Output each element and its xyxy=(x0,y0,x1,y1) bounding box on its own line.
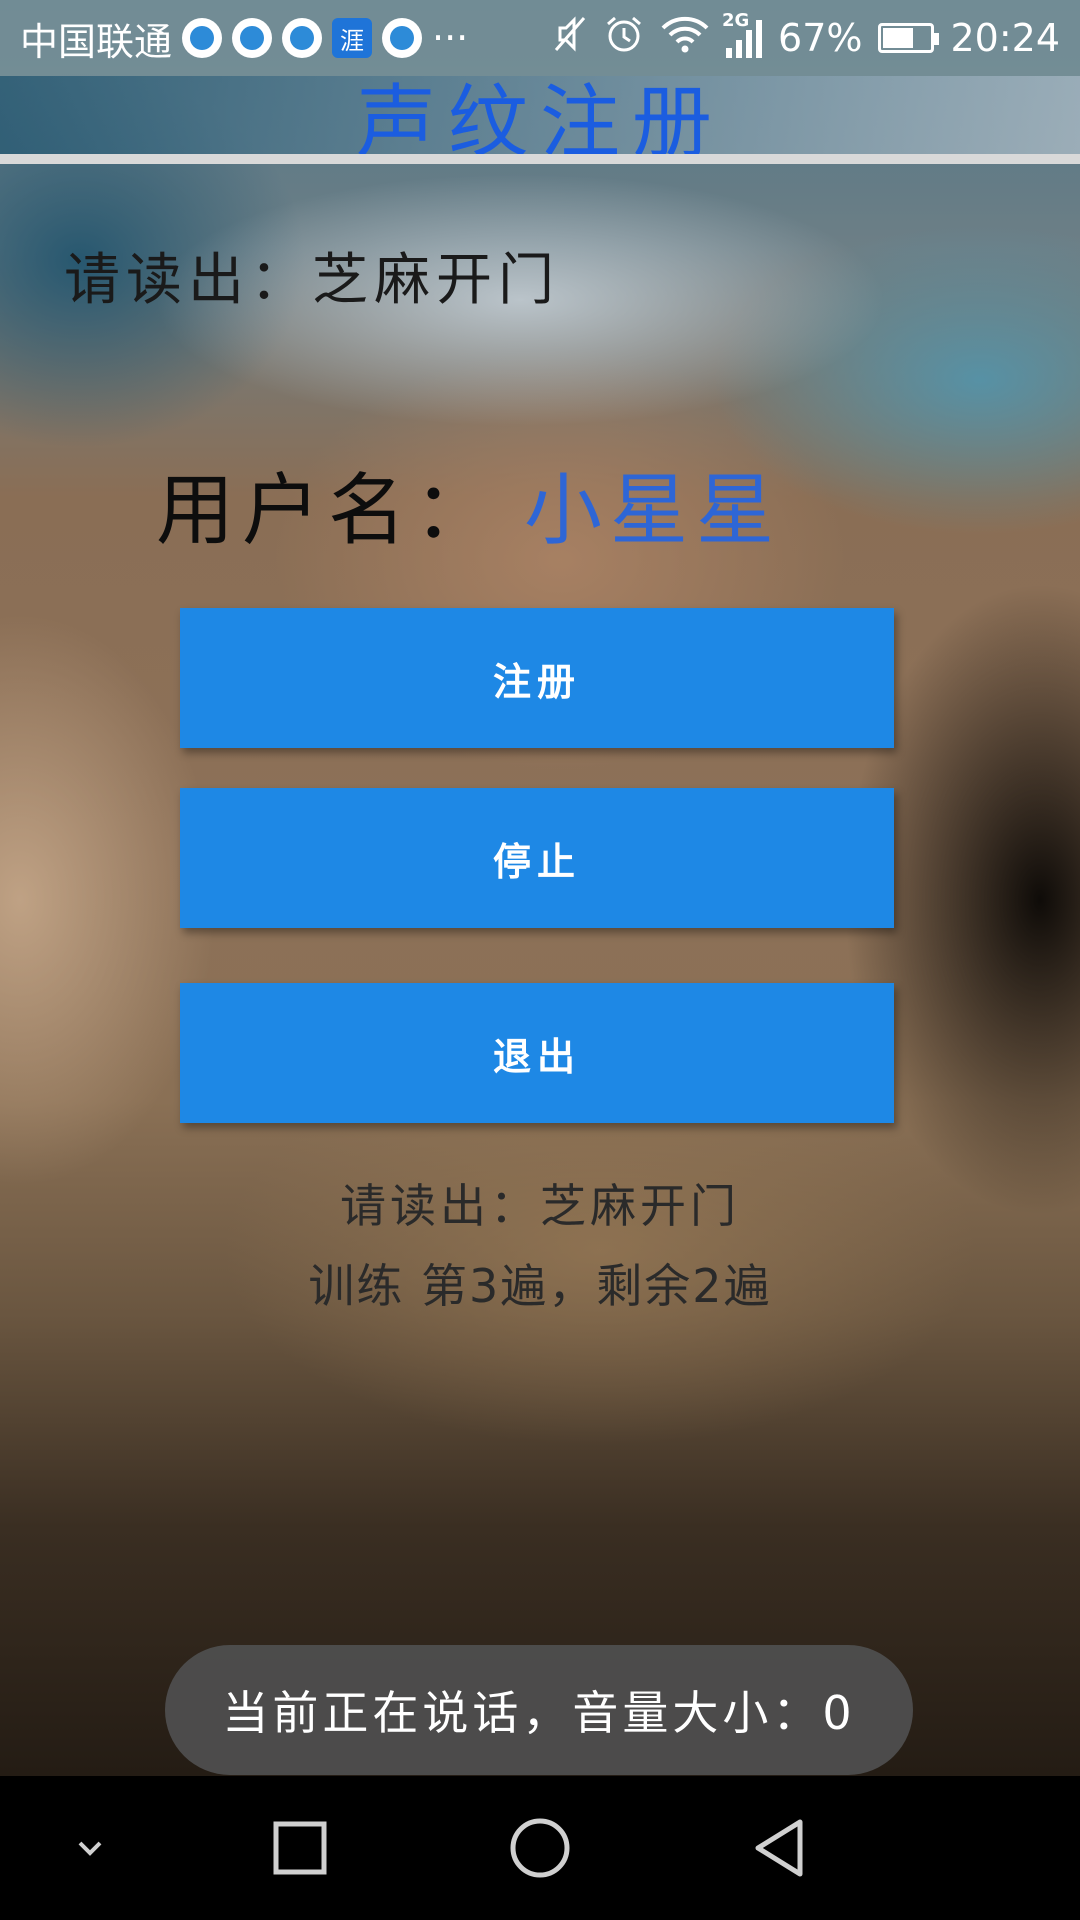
more-notifications-icon: ··· xyxy=(432,16,469,60)
navigation-bar xyxy=(0,1776,1080,1920)
browser-notification-icon xyxy=(382,18,423,58)
clock: 20:24 xyxy=(950,16,1060,60)
toast-text: 当前正在说话，音量大小：0 xyxy=(222,1686,856,1740)
battery-charging-icon xyxy=(878,23,940,53)
read-prompt: 请读出：芝麻开门 xyxy=(64,248,560,313)
carrier-name: 中国联通 xyxy=(20,19,173,64)
battery-percent: 67% xyxy=(778,16,863,60)
circle-icon xyxy=(510,1818,570,1878)
username-row: 用户名： 小星星 xyxy=(156,448,782,560)
recent-apps-button[interactable] xyxy=(240,1776,360,1920)
square-icon xyxy=(273,1821,327,1875)
hide-navigation-button[interactable] xyxy=(30,1776,150,1920)
status-bar: 中国联通 涯 ··· 2G 67% 20:24 xyxy=(0,0,1080,76)
username-value: 小星星 xyxy=(524,466,783,556)
signal-icon: 2G xyxy=(722,10,763,58)
browser-notification-icon xyxy=(282,18,323,58)
back-button[interactable] xyxy=(720,1776,840,1920)
status-bar-left: 中国联通 涯 ··· xyxy=(20,0,468,76)
register-button[interactable]: 注册 xyxy=(180,608,894,748)
username-label: 用户名： xyxy=(156,466,501,556)
volume-toast: 当前正在说话，音量大小：0 xyxy=(165,1645,913,1775)
training-progress: 训练 第3遍，剩余2遍 xyxy=(308,1259,772,1313)
browser-notification-icon xyxy=(182,18,223,58)
title-divider xyxy=(0,154,1080,164)
home-button[interactable] xyxy=(480,1776,600,1920)
status-bar-right: 2G 67% 20:24 xyxy=(552,0,1060,76)
title-bar: 声纹注册 xyxy=(0,76,1080,154)
wifi-icon xyxy=(660,14,710,63)
chevron-down-icon xyxy=(78,1841,102,1856)
app-notification-icon: 涯 xyxy=(332,18,373,58)
read-prompt-secondary: 请读出：芝麻开门 xyxy=(340,1179,740,1233)
page-title: 声纹注册 xyxy=(356,76,724,154)
triangle-back-icon xyxy=(755,1819,803,1877)
browser-notification-icon xyxy=(232,18,273,58)
battery-level-fill xyxy=(883,28,913,48)
mute-icon xyxy=(552,14,588,63)
exit-button[interactable]: 退出 xyxy=(180,983,894,1123)
alarm-icon xyxy=(604,14,644,63)
stop-button[interactable]: 停止 xyxy=(180,788,894,928)
network-type-label: 2G xyxy=(722,10,750,31)
